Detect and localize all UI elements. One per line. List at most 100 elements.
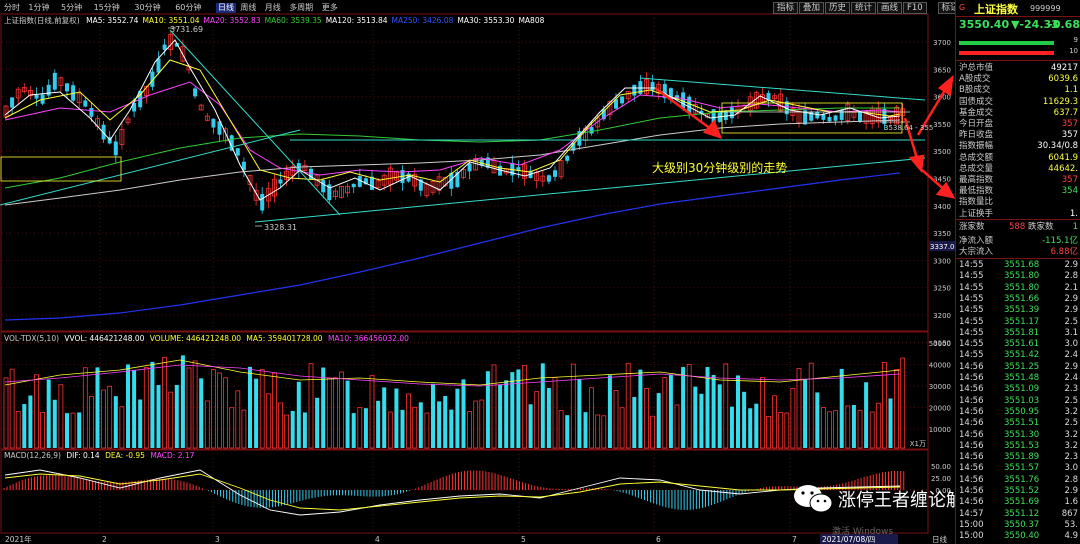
toolbar-button[interactable]: 指标 [773,2,799,14]
period-tab[interactable]: 30分钟 [134,3,160,13]
tick-volume: 2.9 [1064,293,1078,304]
stat-label: 指数量比 [959,197,994,208]
tick-volume: 2.4 [1064,350,1078,361]
tick-volume: 3.0 [1064,339,1078,350]
tick-volume: 3.1 [1064,327,1078,338]
tick-row: 14:56 3551.09 2.3 [959,384,1078,395]
tick-price: 3551.81 [1004,327,1040,338]
period-tab[interactable]: 5分钟 [61,3,82,13]
stat-label: 国债成交 [959,96,994,107]
time-tick: 7 [792,535,797,544]
volume-indicator-name: VOL-TDX(5,10) [4,334,60,343]
period-tab[interactable]: 分时 [4,3,20,13]
tick-volume: 1.6 [1064,497,1078,508]
volume-tick: 10000 [929,426,951,434]
period-tab[interactable]: 周线 [240,3,256,13]
tick-row: 14:55 3551.80 2.1 [959,283,1078,294]
stat-value: 11629.3 [1042,96,1078,107]
tick-time: 14:56 [959,474,984,485]
price-tick: 3200 [933,312,951,320]
tick-price: 3551.48 [1004,373,1040,383]
tick-price: 3551.51 [1004,418,1040,429]
tick-row: 14:56 3551.03 2.5 [959,396,1078,407]
tick-price: 3551.57 [1004,463,1040,474]
tick-volume: 2.5 [1064,316,1078,327]
tick-volume: 2.9 [1064,260,1078,270]
toolbar-button[interactable]: 叠加 [799,2,825,14]
vvol-value: VVOL: 446421248.00 [64,334,145,343]
volume-bars [3,355,906,449]
time-tick: 3 [215,535,220,544]
period-tab[interactable]: 多周期 [289,3,313,13]
tick-price: 3551.39 [1004,305,1040,316]
ma-legend: 上证指数(日线,前复权) MA5: 3552.74 MA10: 3551.04 MA… [4,15,544,26]
tick-row: 14:55 3551.42 2.4 [959,350,1078,361]
tick-volume: 2.5 [1064,395,1078,406]
stat-label: 总成交额 [959,152,994,163]
tick-row: 14:56 3551.69 1.6 [959,497,1078,508]
period-tab[interactable]: 1分钟 [28,3,49,13]
tick-price: 3551.89 [1004,452,1040,463]
toolbar-button[interactable]: 历史 [825,2,851,14]
tick-price: 3551.52 [1004,486,1040,496]
tick-time: 14:56 [959,373,984,383]
index-code: 999999 [1030,4,1061,13]
large-inflow-label: 大宗流入 [959,247,994,257]
vol-ma10-value: MA10: 366456032.00 [327,334,409,343]
period-tab[interactable]: 日线 [216,3,236,13]
stat-value: 354 [1061,186,1078,197]
volume-tick: 40000 [929,362,951,370]
tick-volume: 2.4 [1064,373,1078,383]
vol-ma10 [4,364,901,387]
period-tab[interactable]: 更多 [322,3,338,13]
large-inflow-row: 大宗流入 6.88亿 [959,246,1078,258]
ma-legend-item: MA30: 3553.30 [457,16,515,25]
tick-time: 15:00 [959,531,984,542]
stat-label: 最低指数 [959,186,994,197]
tick-time: 14:56 [959,418,984,429]
tick-time: 14:55 [959,350,984,361]
tick-time: 15:00 [959,519,984,530]
high-label: 3731.69 [170,25,203,34]
quote-header: G 上证指数 999999 [956,0,1080,16]
macd-indicator-name: MACD(12,26,9) [4,451,61,460]
stat-label: 指数振幅 [959,141,994,152]
dif-value: DIF: 0.14 [66,451,100,460]
stat-value: 357 [1061,175,1078,185]
period-label: 日线 [932,534,947,544]
tick-price: 3550.95 [1004,406,1040,417]
strength-bars: 9 10 [956,34,1080,60]
period-tab[interactable]: 60分钟 [175,3,201,13]
price-change-pct: -0.68 [1048,18,1080,31]
tick-volume: 2.9 [1064,361,1078,372]
price-tick: 3400 [933,203,951,211]
tick-time: 14:55 [959,271,984,282]
macd-tick: 50.00 [931,463,951,471]
price-grid [2,41,927,343]
tick-row: 14:56 3551.51 2.5 [959,418,1078,429]
current-price: 3550.40 [959,18,1010,31]
tick-row: 14:56 3551.25 2.9 [959,362,1078,373]
quote-stat-row: 总成交量 44642. [959,163,1078,175]
tick-price: 3551.80 [1004,271,1040,282]
tick-volume: 2.9 [1064,486,1078,496]
stat-value: 1. [1069,208,1078,219]
stat-value: 6041.9 [1048,152,1078,163]
price-tick: 3250 [933,285,951,293]
tick-price: 3551.80 [1004,282,1040,293]
chart-area[interactable]: 3700365036003550350034503400335033003250… [0,0,955,544]
tick-time: 14:55 [959,316,984,327]
period-tab[interactable]: 15分钟 [94,3,120,13]
toolbar-button[interactable]: F10 [903,2,927,14]
tick-volume: 4.9 [1064,531,1078,542]
right-box-label: 3337.0 [930,243,955,251]
mid-label: 3538.64 - 355 [884,124,933,132]
ma-legend-item: MA60: 3539.35 [264,16,322,25]
toolbar-button[interactable]: 统计 [851,2,877,14]
ma-legend-item: MA5: 3552.74 [86,16,139,25]
tick-row: 14:55 3551.81 3.1 [959,328,1078,339]
period-tab[interactable]: 月线 [265,3,281,13]
index-name[interactable]: 上证指数 [974,1,1018,17]
toolbar-button[interactable]: 画线 [877,2,903,14]
time-tick: 2021年 [5,534,32,544]
